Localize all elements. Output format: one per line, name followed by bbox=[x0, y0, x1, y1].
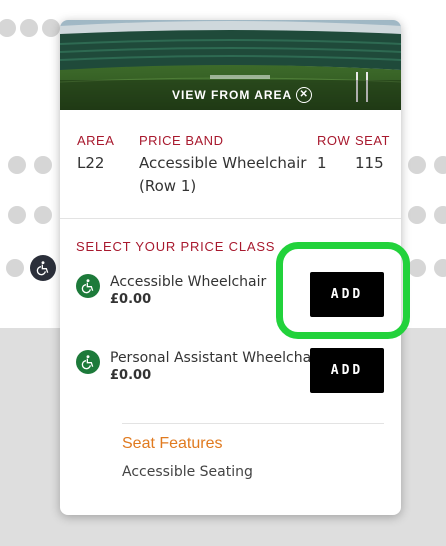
seat-features-title: Seat Features bbox=[122, 435, 223, 452]
view-from-area-image[interactable]: VIEW FROM AREA ✕ bbox=[60, 20, 401, 110]
features-divider bbox=[122, 423, 384, 424]
price-band-header: PRICE BAND bbox=[139, 133, 224, 148]
area-value: L22 bbox=[77, 154, 105, 172]
row-column: ROW 1 bbox=[317, 132, 350, 175]
seat-dot[interactable] bbox=[8, 206, 26, 224]
wheelchair-icon bbox=[76, 350, 100, 374]
price-option-amount: £0.00 bbox=[110, 368, 152, 383]
seat-value: 115 bbox=[355, 154, 384, 172]
seat-dot[interactable] bbox=[42, 19, 60, 37]
row-header: ROW bbox=[317, 133, 351, 148]
seat-popup-card: VIEW FROM AREA ✕ AREA L22 PRICE BAND Acc… bbox=[60, 20, 401, 515]
add-accessible-wheelchair-button[interactable]: ADD bbox=[310, 272, 384, 317]
seat-column: SEAT 115 bbox=[355, 132, 390, 175]
wheelchair-icon bbox=[76, 274, 100, 298]
seat-dot[interactable] bbox=[434, 156, 446, 174]
seat-feature-item: Accessible Seating bbox=[122, 464, 253, 480]
price-band-value-line2: (Row 1) bbox=[139, 177, 197, 195]
seat-dot[interactable] bbox=[20, 19, 38, 37]
price-band-column: PRICE BAND Accessible Wheelchair (Row 1) bbox=[139, 132, 306, 198]
price-option-name: Personal Assistant Wheelchair bbox=[110, 350, 310, 366]
price-option-name: Accessible Wheelchair bbox=[110, 274, 267, 290]
seat-dot[interactable] bbox=[408, 259, 426, 277]
seat-info-section: AREA L22 PRICE BAND Accessible Wheelchai… bbox=[60, 110, 401, 216]
price-class-title: SELECT YOUR PRICE CLASS bbox=[76, 239, 276, 254]
price-band-value-line1: Accessible Wheelchair bbox=[139, 154, 307, 172]
wheelchair-seat-icon[interactable] bbox=[30, 255, 56, 281]
seat-dot[interactable] bbox=[408, 156, 426, 174]
seat-dot[interactable] bbox=[408, 206, 426, 224]
seat-header: SEAT bbox=[355, 133, 390, 148]
seat-dot[interactable] bbox=[434, 206, 446, 224]
close-circle-icon[interactable]: ✕ bbox=[296, 87, 313, 103]
seat-dot[interactable] bbox=[8, 156, 26, 174]
section-divider bbox=[60, 218, 401, 219]
view-from-area-label: VIEW FROM AREA bbox=[172, 88, 293, 102]
area-column: AREA L22 bbox=[77, 132, 114, 175]
area-header: AREA bbox=[77, 133, 115, 148]
add-personal-assistant-button[interactable]: ADD bbox=[310, 348, 384, 393]
price-option-amount: £0.00 bbox=[110, 292, 152, 307]
seat-dot[interactable] bbox=[34, 156, 52, 174]
seat-dot[interactable] bbox=[6, 259, 24, 277]
seat-dot[interactable] bbox=[34, 206, 52, 224]
seat-dot[interactable] bbox=[434, 259, 446, 277]
row-value: 1 bbox=[317, 154, 327, 172]
view-from-area-link[interactable]: VIEW FROM AREA ✕ bbox=[172, 86, 313, 104]
